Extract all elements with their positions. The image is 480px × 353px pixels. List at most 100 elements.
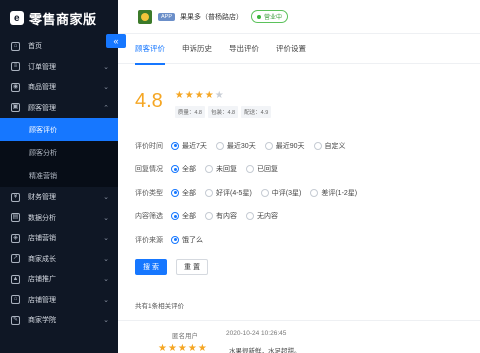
- star-empty-icon: ★: [214, 90, 225, 101]
- radio-checked-icon[interactable]: [171, 235, 179, 244]
- sidebar-subitem[interactable]: 顾客分析: [0, 141, 118, 164]
- filter-actions: 搜 索 重 置: [135, 258, 480, 275]
- filter-option-label: 中评(3星): [271, 189, 302, 197]
- marketing-icon: ◈: [11, 233, 20, 243]
- status-label: 营业中: [264, 15, 283, 21]
- top-bar: APP 果果多（普杨路店） 营业中: [118, 0, 480, 34]
- radio-unchecked-icon[interactable]: [215, 141, 224, 150]
- finance-icon: ¥: [11, 192, 20, 202]
- promotion-icon: ▲: [11, 274, 20, 284]
- radio-unchecked-icon[interactable]: [205, 188, 213, 197]
- filter-option[interactable]: 全部: [171, 164, 196, 174]
- sidebar-item-label: 商家学院: [28, 317, 56, 325]
- sidebar-item-label: 财务管理: [28, 194, 56, 202]
- filter-option[interactable]: 最近7天: [171, 141, 207, 151]
- radio-checked-icon[interactable]: [171, 165, 179, 174]
- sidebar: e 零售商家版 ⌂ 首页 ≡ 订单管理 ⌄ ◉ 商品管理 ⌄ ▣ 顾客管理 ⌃ 顾客评价 顾客分析 精准营…: [0, 0, 118, 353]
- filter-row: 评价来源 饿了么: [135, 228, 480, 252]
- academy-icon: ✎: [11, 315, 20, 325]
- review-item: 匿名用户 2020-10-24 10:26:45 ★★★★★ 水果很新鲜，水足超…: [135, 321, 480, 353]
- review-stars: ★★★★★: [158, 342, 208, 353]
- sidebar-item-label: 顾客管理: [28, 104, 56, 112]
- sidebar-item-promotion[interactable]: ▲ 店铺推广 ⌄: [0, 269, 118, 290]
- growth-icon: ↗: [11, 254, 20, 264]
- chevron-down-icon: ⌄: [103, 84, 109, 92]
- filter-label: 评价来源: [135, 236, 163, 244]
- filter-option[interactable]: 全部: [171, 188, 196, 198]
- filter-option[interactable]: 无内容: [246, 211, 278, 221]
- sidebar-item-label: 数据分析: [28, 214, 56, 222]
- filter-option-label: 全部: [182, 189, 196, 197]
- star-filled-icon: ★: [184, 90, 195, 101]
- sidebar-item-home[interactable]: ⌂ 首页: [0, 36, 118, 57]
- filter-option-label: 全部: [182, 213, 196, 221]
- filter-label: 评价时间: [135, 142, 163, 150]
- filter-option[interactable]: 未回复: [205, 164, 237, 174]
- sidebar-item-growth[interactable]: ↗ 商家成长 ⌄: [0, 249, 118, 270]
- radio-checked-icon[interactable]: [171, 188, 179, 197]
- rating-summary: 4.8 ★★★★★ 质量：4.8 包装：4.8 配送：4.9: [135, 90, 480, 118]
- tab-bar: 顾客评价 申诉历史 导出评价 评价设置: [118, 34, 480, 65]
- tab-customer-reviews[interactable]: 顾客评价: [135, 34, 165, 65]
- review-time: 2020-10-24 10:26:45: [226, 329, 287, 337]
- sidebar-subitem[interactable]: 精准营销: [0, 164, 118, 187]
- filter-option-label: 好评(4-5星): [216, 189, 252, 197]
- radio-unchecked-icon[interactable]: [264, 141, 273, 150]
- overall-score: 4.8: [135, 90, 163, 112]
- sidebar-item-customer[interactable]: ▣ 顾客管理 ⌃: [0, 98, 118, 119]
- store-avatar: [138, 9, 152, 24]
- sidebar-item-data[interactable]: ▤ 数据分析 ⌄: [0, 208, 118, 229]
- sidebar-item-shop[interactable]: ⌂ 店铺管理 ⌄: [0, 290, 118, 311]
- main-content: 顾客评价 申诉历史 导出评价 评价设置 4.8 ★★★★★ 质量：4.8 包装：4…: [118, 34, 480, 353]
- filter-option-label: 最近30天: [226, 142, 256, 150]
- filter-option[interactable]: 自定义: [313, 141, 346, 151]
- chevron-up-icon: ⌃: [103, 104, 109, 112]
- radio-unchecked-icon[interactable]: [313, 141, 322, 150]
- chevron-down-icon: ⌄: [103, 317, 109, 325]
- app-title: 零售商家版: [29, 11, 97, 27]
- chevron-down-icon: ⌄: [103, 63, 109, 71]
- filter-label: 内容筛选: [135, 213, 163, 221]
- status-dot-icon: [257, 14, 262, 19]
- reset-button[interactable]: 重 置: [176, 258, 208, 275]
- tab-export-reviews[interactable]: 导出评价: [229, 34, 259, 64]
- filter-option[interactable]: 好评(4-5星): [205, 188, 252, 198]
- sidebar-item-academy[interactable]: ✎ 商家学院 ⌄: [0, 310, 118, 331]
- search-button[interactable]: 搜 索: [135, 258, 167, 275]
- filter-option[interactable]: 饿了么: [171, 235, 203, 245]
- radio-checked-icon[interactable]: [171, 212, 179, 221]
- filter-option[interactable]: 差评(1-2星): [310, 188, 357, 198]
- filter-option[interactable]: 最近30天: [215, 141, 256, 151]
- radio-unchecked-icon[interactable]: [205, 165, 213, 174]
- filter-option[interactable]: 全部: [171, 211, 196, 221]
- filter-option[interactable]: 最近90天: [264, 141, 305, 151]
- tab-appeal-history[interactable]: 申诉历史: [182, 34, 212, 64]
- filter-option[interactable]: 中评(3星): [260, 188, 302, 198]
- radio-unchecked-icon[interactable]: [246, 165, 254, 174]
- rating-stars: ★★★★★: [175, 90, 274, 102]
- radio-unchecked-icon[interactable]: [310, 188, 319, 197]
- collapse-sidebar-button[interactable]: «: [106, 34, 126, 48]
- app-logo[interactable]: e 零售商家版: [0, 0, 118, 36]
- filter-option[interactable]: 有内容: [205, 211, 237, 221]
- store-name[interactable]: 果果多（普杨路店）: [180, 12, 243, 22]
- radio-unchecked-icon[interactable]: [205, 212, 213, 221]
- tab-review-settings[interactable]: 评价设置: [276, 34, 306, 64]
- subscore-badge: 配送：4.9: [241, 106, 272, 118]
- radio-checked-icon[interactable]: [171, 141, 179, 150]
- filter-option-label: 无内容: [257, 213, 278, 221]
- radio-unchecked-icon[interactable]: [260, 188, 269, 197]
- sidebar-item-marketing[interactable]: ◈ 店铺营销 ⌄: [0, 228, 118, 249]
- sidebar-subitem[interactable]: 顾客评价: [0, 118, 118, 141]
- filter-option-label: 差评(1-2星): [321, 189, 358, 197]
- filter-row: 回复情况 全部 未回复 已回复: [135, 158, 480, 182]
- radio-unchecked-icon[interactable]: [246, 212, 254, 221]
- sidebar-item-finance[interactable]: ¥ 财务管理 ⌄: [0, 187, 118, 208]
- chevron-down-icon: ⌄: [103, 235, 109, 243]
- data-icon: ▤: [11, 213, 20, 223]
- filter-option[interactable]: 已回复: [246, 164, 278, 174]
- sidebar-item-order[interactable]: ≡ 订单管理 ⌄: [0, 57, 118, 78]
- subscores: 质量：4.8 包装：4.8 配送：4.9: [174, 106, 274, 118]
- status-badge: 营业中: [251, 10, 289, 23]
- sidebar-item-goods[interactable]: ◉ 商品管理 ⌄: [0, 77, 118, 98]
